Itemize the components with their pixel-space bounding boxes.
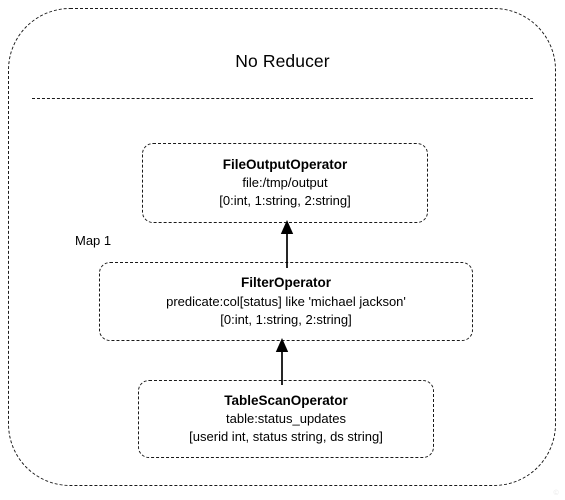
operator-name: FileOutputOperator bbox=[222, 156, 348, 172]
operator-detail: predicate:col[status] like 'michael jack… bbox=[166, 293, 406, 309]
arrow-tablescan-to-filter-icon bbox=[275, 338, 289, 385]
operator-detail: table:status_updates bbox=[226, 411, 346, 427]
arrow-filter-to-fileoutput-icon bbox=[280, 220, 294, 268]
stage-divider bbox=[32, 98, 533, 99]
operator-name: FilterOperator bbox=[240, 275, 332, 291]
operator-node-filter[interactable]: FilterOperator predicate:col[status] lik… bbox=[99, 262, 473, 341]
operator-node-fileoutput[interactable]: FileOutputOperator file:/tmp/output [0:i… bbox=[142, 143, 428, 223]
operator-schema: [0:int, 1:string, 2:string] bbox=[220, 311, 352, 327]
sub-stage-label-map1: Map 1 bbox=[75, 233, 112, 248]
operator-name: TableScanOperator bbox=[224, 392, 348, 408]
watermark: © bbox=[553, 490, 559, 497]
operator-schema: [userid int, status string, ds string] bbox=[189, 429, 383, 445]
stage-title: No Reducer bbox=[235, 51, 330, 71]
operator-node-tablescan[interactable]: TableScanOperator table:status_updates [… bbox=[138, 380, 434, 458]
operator-detail: file:/tmp/output bbox=[242, 175, 328, 191]
diagram-canvas: No Reducer FileOutputOperator file:/tmp/… bbox=[0, 0, 565, 500]
operator-schema: [0:int, 1:string, 2:string] bbox=[219, 193, 351, 209]
